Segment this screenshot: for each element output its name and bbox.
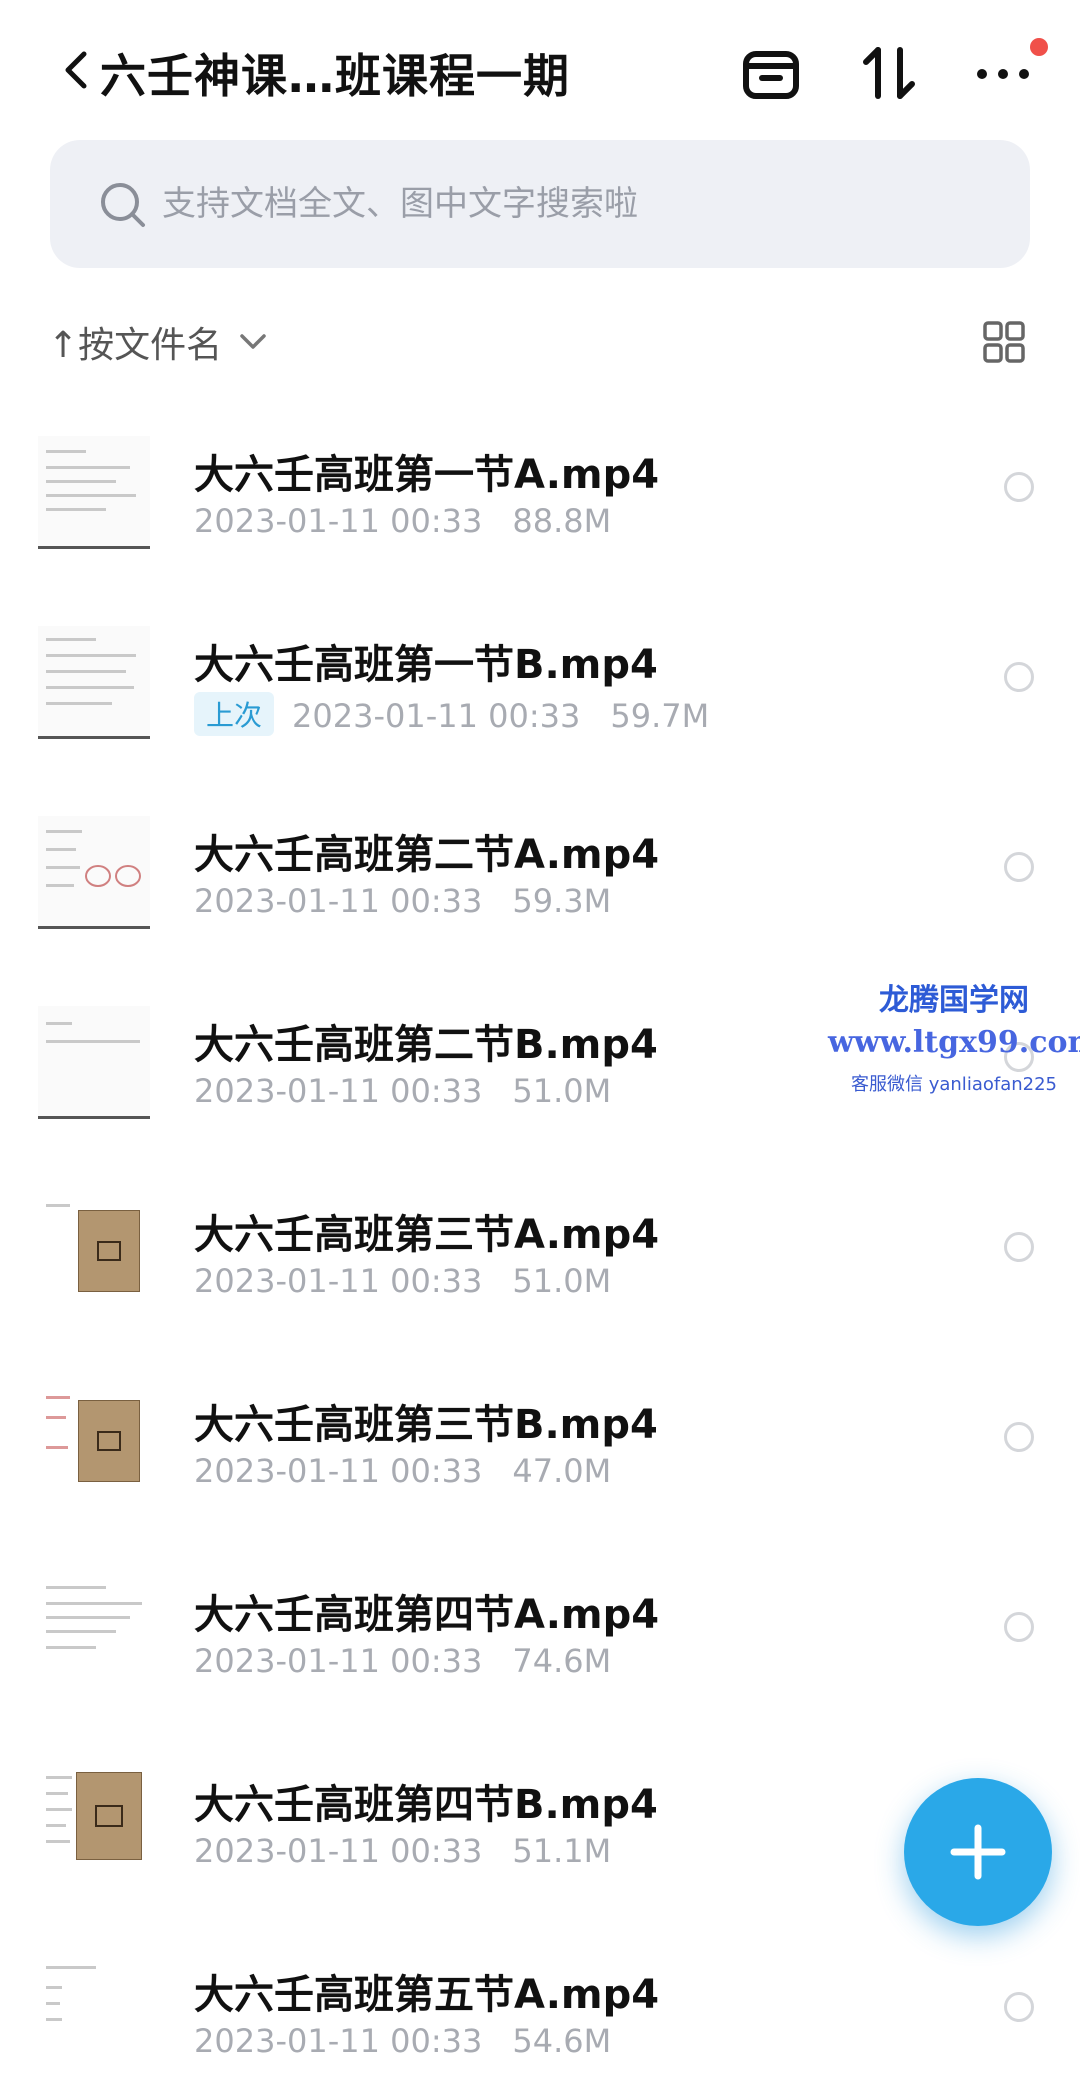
file-date: 2023-01-11 00:33 <box>194 2022 483 2060</box>
list-item[interactable]: 大六壬高班第一节A.mp4 2023-01-11 00:33 88.8M <box>0 390 1080 580</box>
file-meta: 2023-01-11 00:33 47.0M <box>194 1452 611 1490</box>
select-radio[interactable] <box>1004 1992 1034 2022</box>
video-thumbnail <box>38 1956 150 2066</box>
file-size: 51.0M <box>512 1262 612 1300</box>
file-name: 大六壬高班第三节A.mp4 <box>194 1212 660 1258</box>
more-icon[interactable] <box>970 40 1036 106</box>
file-date: 2023-01-11 00:33 <box>194 1452 483 1490</box>
select-radio[interactable] <box>1004 472 1034 502</box>
select-radio[interactable] <box>1004 852 1034 882</box>
box-icon[interactable] <box>738 40 804 106</box>
file-date: 2023-01-11 00:33 <box>194 882 483 920</box>
back-icon[interactable] <box>58 48 94 92</box>
file-meta: 上次 2023-01-11 00:33 59.7M <box>194 692 709 736</box>
file-size: 54.6M <box>512 2022 612 2060</box>
list-item[interactable]: 大六壬高班第三节B.mp4 2023-01-11 00:33 47.0M <box>0 1340 1080 1530</box>
video-thumbnail <box>38 1386 150 1496</box>
file-date: 2023-01-11 00:33 <box>194 1262 483 1300</box>
watermark: 龙腾国学网 www.ltgx99.com 客服微信 yanliaofan225 <box>828 975 1080 1096</box>
video-thumbnail <box>38 626 150 739</box>
file-date: 2023-01-11 00:33 <box>194 1832 483 1870</box>
page-title: 六壬神课…班课程一期 <box>100 49 570 103</box>
file-meta: 2023-01-11 00:33 54.6M <box>194 2022 611 2060</box>
file-size: 59.3M <box>512 882 612 920</box>
list-item[interactable]: 大六壬高班第五节A.mp4 2023-01-11 00:33 54.6M <box>0 1910 1080 2100</box>
file-size: 88.8M <box>512 502 612 540</box>
list-item[interactable]: 大六壬高班第三节A.mp4 2023-01-11 00:33 51.0M <box>0 1150 1080 1340</box>
file-name: 大六壬高班第三节B.mp4 <box>194 1402 658 1448</box>
file-date: 2023-01-11 00:33 <box>194 1072 483 1110</box>
sort-icon[interactable] <box>856 40 922 106</box>
file-name: 大六壬高班第一节A.mp4 <box>194 452 660 498</box>
file-size: 47.0M <box>512 1452 612 1490</box>
video-thumbnail <box>38 1766 150 1876</box>
select-radio[interactable] <box>1004 662 1034 692</box>
grid-view-icon[interactable] <box>982 320 1026 364</box>
watermark-url: www.ltgx99.com <box>828 1025 1080 1060</box>
file-name: 大六壬高班第五节A.mp4 <box>194 1972 660 2018</box>
file-meta: 2023-01-11 00:33 74.6M <box>194 1642 611 1680</box>
list-item[interactable]: 大六壬高班第二节A.mp4 2023-01-11 00:33 59.3M <box>0 770 1080 960</box>
select-radio[interactable] <box>1004 1612 1034 1642</box>
file-name: 大六壬高班第二节A.mp4 <box>194 832 660 878</box>
file-date: 2023-01-11 00:33 <box>292 697 581 735</box>
chevron-down-icon[interactable] <box>236 324 270 358</box>
top-bar: 六壬神课…班课程一期 <box>0 0 1080 140</box>
file-size: 59.7M <box>610 697 710 735</box>
search-icon <box>101 183 145 227</box>
file-name: 大六壬高班第四节A.mp4 <box>194 1592 660 1638</box>
video-thumbnail <box>38 436 150 549</box>
file-date: 2023-01-11 00:33 <box>194 502 483 540</box>
video-thumbnail <box>38 1006 150 1119</box>
search-bar[interactable]: 支持文档全文、图中文字搜索啦 <box>50 140 1030 268</box>
file-name: 大六壬高班第四节B.mp4 <box>194 1782 658 1828</box>
list-item[interactable]: 大六壬高班第四节A.mp4 2023-01-11 00:33 74.6M <box>0 1530 1080 1720</box>
file-meta: 2023-01-11 00:33 88.8M <box>194 502 611 540</box>
video-thumbnail <box>38 816 150 929</box>
notification-dot <box>1030 38 1048 56</box>
file-meta: 2023-01-11 00:33 59.3M <box>194 882 611 920</box>
file-meta: 2023-01-11 00:33 51.0M <box>194 1262 611 1300</box>
file-meta: 2023-01-11 00:33 51.0M <box>194 1072 611 1110</box>
file-date: 2023-01-11 00:33 <box>194 1642 483 1680</box>
file-meta: 2023-01-11 00:33 51.1M <box>194 1832 611 1870</box>
file-name: 大六壬高班第二节B.mp4 <box>194 1022 658 1068</box>
watermark-site-name: 龙腾国学网 <box>879 983 1029 1018</box>
video-thumbnail <box>38 1196 150 1306</box>
last-viewed-badge: 上次 <box>194 692 275 736</box>
video-thumbnail <box>38 1576 150 1686</box>
file-name: 大六壬高班第一节B.mp4 <box>194 642 658 688</box>
plus-icon <box>950 1824 1006 1880</box>
search-input[interactable]: 支持文档全文、图中文字搜索啦 <box>162 180 638 228</box>
sort-by-name-button[interactable]: ↑按文件名 <box>48 316 222 368</box>
watermark-contact: 客服微信 yanliaofan225 <box>851 1074 1057 1095</box>
sort-bar: ↑按文件名 <box>0 300 1080 380</box>
file-size: 74.6M <box>512 1642 612 1680</box>
file-size: 51.0M <box>512 1072 612 1110</box>
select-radio[interactable] <box>1004 1422 1034 1452</box>
file-size: 51.1M <box>512 1832 612 1870</box>
add-button[interactable] <box>904 1778 1052 1926</box>
select-radio[interactable] <box>1004 1232 1034 1262</box>
list-item[interactable]: 大六壬高班第一节B.mp4 上次 2023-01-11 00:33 59.7M <box>0 580 1080 770</box>
